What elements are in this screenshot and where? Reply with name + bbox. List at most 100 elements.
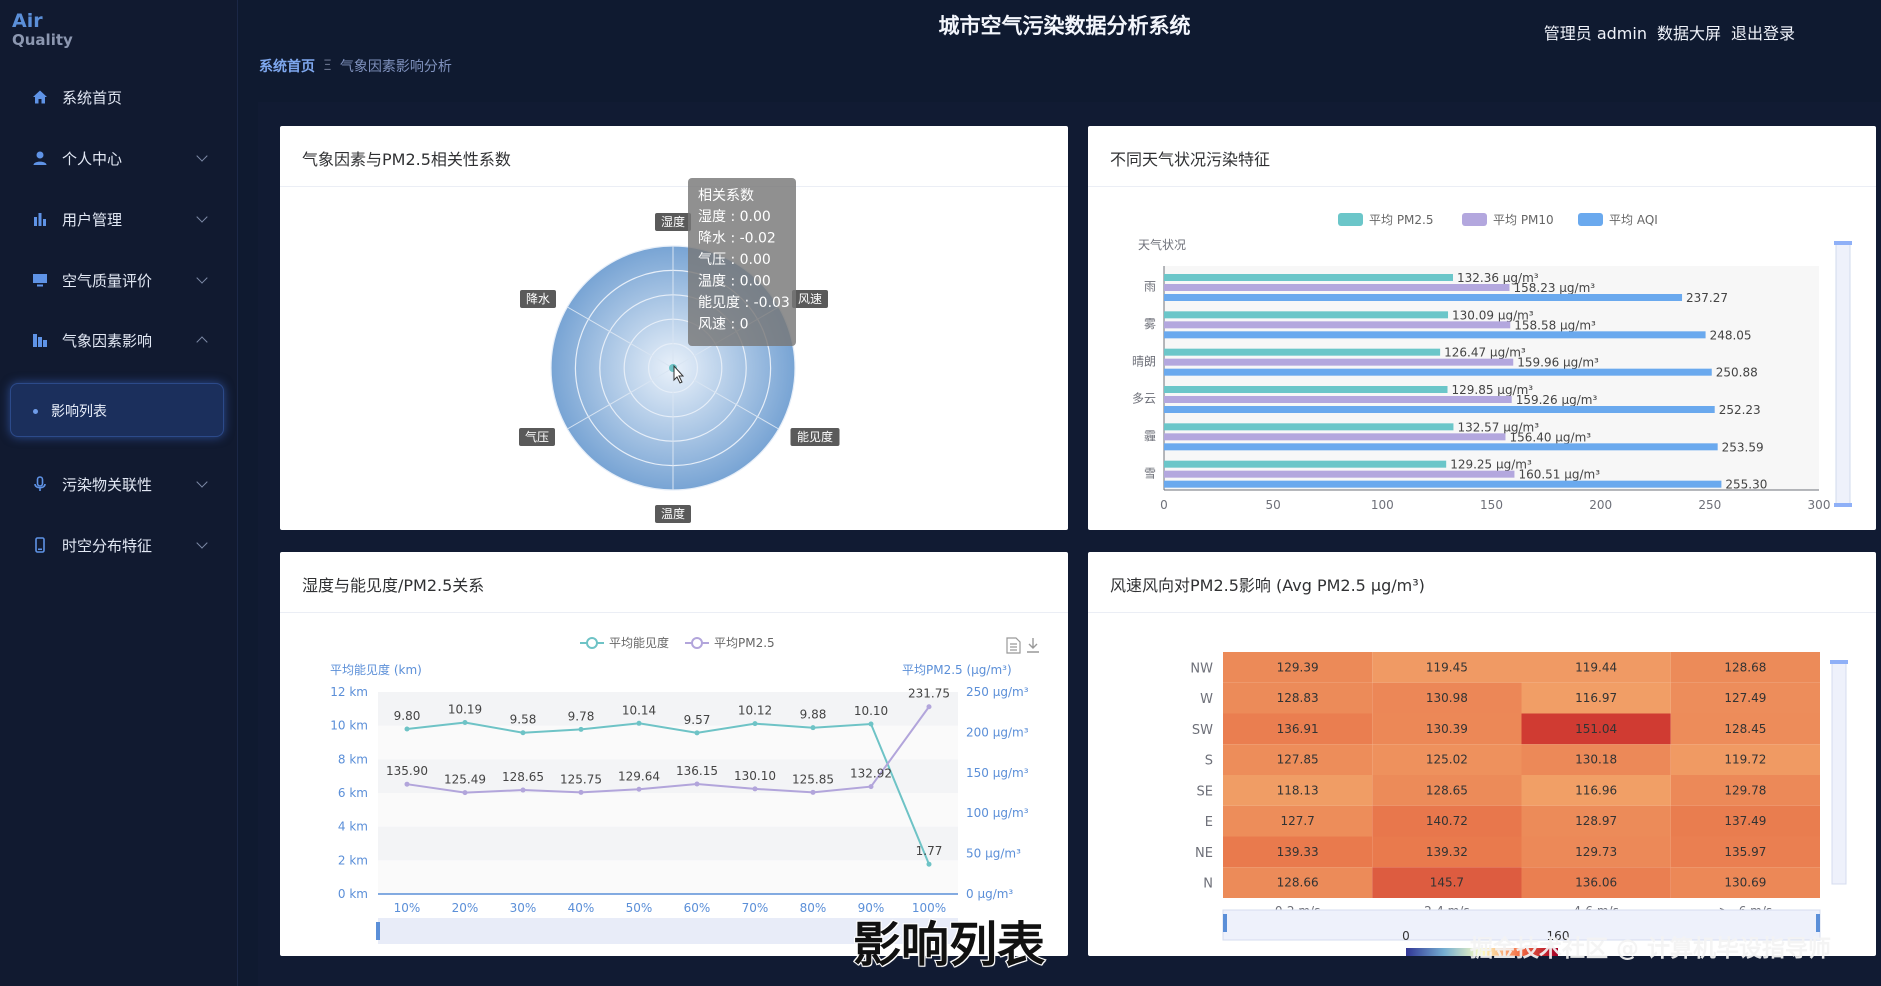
x-tick-label: 0 xyxy=(1160,498,1168,512)
heat-cell-label: 140.72 xyxy=(1426,814,1468,828)
series-point xyxy=(636,720,642,726)
sidebar-subitem-label: 影响列表 xyxy=(51,404,107,420)
sidebar-item-spatiotemporal[interactable]: 时空分布特征 xyxy=(0,525,238,565)
y-right-tick: 0 μg/m³ xyxy=(966,887,1013,901)
tooltip-title: 相关系数 xyxy=(698,188,754,204)
bar-0 xyxy=(1164,311,1449,319)
heat-cell-label: 127.85 xyxy=(1277,753,1319,767)
radar-tooltip: 相关系数湿度 : 0.00 降水 : -0.02 气压 : 0.00 温度 : 0.0… xyxy=(688,178,796,346)
legend-marker xyxy=(586,637,598,649)
bar-1 xyxy=(1164,321,1511,329)
legend-label: 平均 AQI xyxy=(1609,213,1658,227)
zoom-slider-vertical xyxy=(1831,661,1847,885)
zoom-handle xyxy=(1223,914,1227,932)
tooltip-row: 湿度 : 0.00 xyxy=(698,209,771,225)
sidebar-item-pollutant-correlation[interactable]: 污染物关联性 xyxy=(0,464,238,504)
point-label: 9.88 xyxy=(800,708,827,722)
weather-bar-chart[interactable]: 平均 PM2.5 平均 PM10 平均 AQI 天气状况 0 50 100 150 200 250… xyxy=(1088,126,1876,530)
admin-user-link[interactable]: 管理员 admin xyxy=(1544,20,1647,44)
sidebar-item-weather-factors[interactable]: 气象因素影响 xyxy=(0,320,238,360)
radar-indicator-label: 降水 xyxy=(526,292,550,306)
legend-label: 平均 PM2.5 xyxy=(1369,213,1434,227)
series-point xyxy=(520,787,526,793)
humidity-line-chart[interactable]: 平均能见度 平均PM2.5 平均能见度 (km) 平均PM2.5 (μg/m³) 0 k… xyxy=(280,552,1068,956)
sidebar-item-users[interactable]: 用户管理 xyxy=(0,199,238,239)
heat-cell-label: 116.96 xyxy=(1575,783,1617,797)
heat-cell-label: 128.83 xyxy=(1277,691,1319,705)
heat-cell-label: 139.32 xyxy=(1426,845,1468,859)
bar-data-label: 248.05 xyxy=(1710,328,1752,342)
radar-card: 气象因素与PM2.5相关性系数 湿度 风速 能见度 温度 气压 降水 相关系数 湿度 : 0.… xyxy=(280,126,1068,530)
wind-heatmap[interactable]: NW 129.39 119.45 119.44 128.68 W 128.83 130.98 1… xyxy=(1088,552,1876,956)
breadcrumb-home[interactable]: 系统首页 xyxy=(259,56,315,76)
sidebar-subitem-impact-list[interactable]: 影响列表 xyxy=(10,383,224,437)
heat-cell-label: 128.45 xyxy=(1724,722,1766,736)
breadcrumb-current: 气象因素影响分析 xyxy=(339,59,452,75)
point-label: 9.80 xyxy=(394,709,421,723)
home-icon xyxy=(32,89,48,105)
point-label: 125.49 xyxy=(444,773,486,787)
point-label: 10.12 xyxy=(738,704,772,718)
radar-chart[interactable]: 湿度风速能见度温度 气压 降水 相关系数湿度 : 0.00 降水 : -0.02 气压 :… xyxy=(280,126,1068,530)
sidebar-item-home[interactable]: 系统首页 xyxy=(0,77,238,117)
logo[interactable]: Air Quality xyxy=(12,12,73,50)
heat-cell-label: 128.66 xyxy=(1277,876,1319,890)
bar-data-label: 159.26 μg/m³ xyxy=(1516,393,1598,407)
sidebar-item-profile[interactable]: 个人中心 xyxy=(0,138,238,178)
grid-band xyxy=(378,793,958,827)
chevron-down-icon xyxy=(196,272,208,284)
data-view-icon xyxy=(1006,637,1021,654)
y-right-tick: 150 μg/m³ xyxy=(966,766,1029,780)
x-tick-label: 60% xyxy=(684,901,711,915)
sidebar: Air Quality 系统首页 个人中心 用户管理 空气质量评价 气象因素影响 xyxy=(0,0,238,986)
y-left-tick: 4 km xyxy=(338,820,368,834)
x-tick-label: 80% xyxy=(800,901,827,915)
point-label: 132.92 xyxy=(850,767,892,781)
heat-cell-label: 129.73 xyxy=(1575,845,1617,859)
tooltip-row: 能见度 : -0.03 xyxy=(698,295,790,311)
logout-link[interactable]: 退出登录 xyxy=(1731,20,1795,44)
zoom-slider xyxy=(1835,242,1851,506)
y-tick-label: 雪 xyxy=(1144,466,1156,480)
building-chart-icon xyxy=(32,332,48,348)
y-tick-label: 霾 xyxy=(1144,429,1156,443)
heat-cell-label: 130.39 xyxy=(1426,722,1468,736)
point-label: 10.14 xyxy=(622,703,656,717)
bar-0 xyxy=(1164,386,1448,393)
weather-card: 不同天气状况污染特征 平均 PM2.5 平均 PM10 平均 AQI 天气状况 0 50 1… xyxy=(1088,126,1876,530)
bar-data-label: 253.59 xyxy=(1722,440,1764,454)
bar-2 xyxy=(1164,368,1712,376)
bar-data-label: 159.96 μg/m³ xyxy=(1517,356,1599,370)
source-watermark: 掘金技术社区 @ 计算机毕设指导师 xyxy=(1470,936,1832,962)
heat-cell-label: 127.49 xyxy=(1724,691,1766,705)
bar-1 xyxy=(1164,284,1510,291)
tooltip-row: 气压 : 0.00 xyxy=(698,252,771,268)
chevron-down-icon xyxy=(196,150,208,162)
sidebar-item-air-quality[interactable]: 空气质量评价 xyxy=(0,260,238,300)
zoom-handle xyxy=(1834,503,1852,507)
breadcrumb: 系统首页 Ξ 气象因素影响分析 xyxy=(259,56,452,76)
series-point xyxy=(810,789,816,795)
x-tick-label: 300 xyxy=(1808,498,1831,512)
y-left-tick: 6 km xyxy=(338,786,368,800)
data-screen-link[interactable]: 数据大屏 xyxy=(1657,20,1721,44)
heat-cell-label: 151.04 xyxy=(1575,722,1617,736)
legend-marker xyxy=(691,637,703,649)
point-label: 9.78 xyxy=(568,709,595,723)
radar-indicator-label: 风速 xyxy=(798,292,822,306)
tooltip-row: 降水 : -0.02 xyxy=(698,231,776,247)
y-left-tick: 12 km xyxy=(330,685,368,699)
chevron-down-icon xyxy=(196,537,208,549)
point-label: 136.15 xyxy=(676,764,718,778)
heat-cell-label: 118.13 xyxy=(1277,783,1319,797)
heat-cell-label: 116.97 xyxy=(1575,691,1617,705)
sidebar-item-label: 个人中心 xyxy=(62,149,123,168)
point-label: 231.75 xyxy=(908,687,950,701)
point-label: 1.77 xyxy=(916,844,943,858)
tooltip-row: 温度 : 0.00 xyxy=(698,274,771,290)
sidebar-item-label: 用户管理 xyxy=(62,210,123,229)
video-subtitle: 影响列表 xyxy=(852,916,1046,974)
point-label: 9.58 xyxy=(510,713,537,727)
heat-cell-label: 119.44 xyxy=(1575,660,1617,674)
sidebar-item-label: 系统首页 xyxy=(62,88,123,107)
